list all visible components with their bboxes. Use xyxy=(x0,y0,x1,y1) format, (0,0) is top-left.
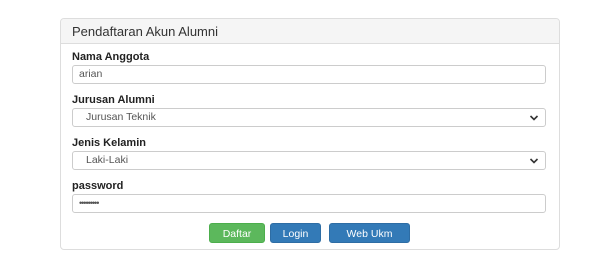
password-label: password xyxy=(72,180,124,192)
chevron-down-icon xyxy=(529,158,539,164)
nama-anggota-value: arian xyxy=(79,68,103,80)
daftar-button[interactable]: Daftar xyxy=(209,223,265,243)
jenis-kelamin-label: Jenis Kelamin xyxy=(72,137,146,149)
jenis-kelamin-select[interactable]: Laki-Laki xyxy=(72,151,546,170)
panel-title: Pendaftaran Akun Alumni xyxy=(61,19,559,44)
password-input[interactable]: ••••••••• xyxy=(72,194,546,213)
jurusan-alumni-label: Jurusan Alumni xyxy=(72,94,155,106)
jurusan-alumni-select[interactable]: Jurusan Teknik xyxy=(72,108,546,127)
password-masked-value: ••••••••• xyxy=(79,198,99,208)
jenis-kelamin-selected: Laki-Laki xyxy=(86,154,129,166)
chevron-down-icon xyxy=(529,115,539,121)
jurusan-alumni-selected: Jurusan Teknik xyxy=(86,111,156,123)
registration-panel: Pendaftaran Akun Alumni Nama Anggota ari… xyxy=(60,18,560,250)
nama-anggota-label: Nama Anggota xyxy=(72,51,150,63)
web-ukm-button[interactable]: Web Ukm xyxy=(329,223,410,243)
login-button[interactable]: Login xyxy=(270,223,321,243)
nama-anggota-input[interactable]: arian xyxy=(72,65,546,84)
